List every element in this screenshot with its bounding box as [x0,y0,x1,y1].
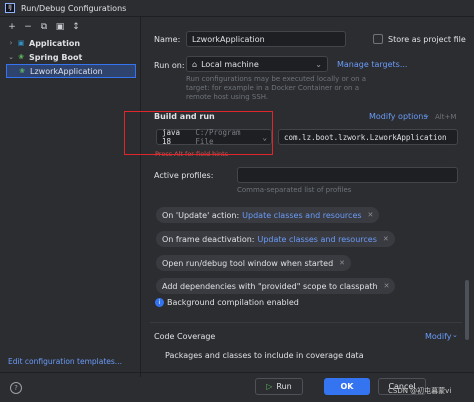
name-input[interactable]: LzworkApplication [186,31,346,47]
store-as-project-label: Store as project file [388,35,466,44]
panel-divider[interactable] [140,17,141,377]
chevron-down-icon: ⌄ [452,331,458,339]
remove-icon[interactable]: − [22,21,34,33]
update-action-chip[interactable]: On 'Update' action: Update classes and r… [156,207,380,223]
spring-boot-icon: ❀ [18,53,24,61]
active-profiles-input[interactable] [237,167,458,183]
title-bar: IJ Run/Debug Configurations [0,0,474,17]
run-on-hint: Run configurations may be executed local… [186,75,367,101]
edit-templates-link[interactable]: Edit configuration templates... [8,357,122,366]
chevron-down-icon[interactable]: ⌄ [6,53,16,61]
code-coverage-heading: Code Coverage [154,332,216,341]
chip-label: Open run/debug tool window when started [162,258,334,268]
run-icon: ▷ [266,382,273,391]
run-button-label: Run [276,382,292,391]
close-icon[interactable]: ✕ [339,259,345,267]
spring-boot-icon: ❀ [19,67,25,75]
chip-label: On frame deactivation: [162,234,255,244]
run-on-value: Local machine [201,59,259,69]
update-action-value[interactable]: Update classes and resources [242,211,361,220]
active-profiles-hint: Comma-separated list of profiles [237,186,352,194]
scrollbar[interactable] [465,280,469,340]
window-title: Run/Debug Configurations [21,3,127,13]
application-icon: ▣ [17,39,25,47]
copy-icon[interactable]: ⧉ [38,21,50,33]
save-icon[interactable]: ▣ [54,21,66,33]
manage-targets-link[interactable]: Manage targets... [337,60,407,69]
run-on-label: Run on: [154,61,185,70]
chevron-right-icon[interactable]: › [6,39,16,47]
add-icon[interactable]: + [6,21,18,33]
modify-options-shortcut: Alt+M [435,113,457,121]
footer-divider [0,372,474,373]
provided-scope-chip[interactable]: Add dependencies with "provided" scope t… [156,278,396,294]
tree-item-label: Spring Boot [29,52,83,62]
frame-deactivation-value[interactable]: Update classes and resources [258,235,377,244]
tree-item-spring-boot[interactable]: ⌄ ❀ Spring Boot [0,50,140,64]
close-icon[interactable]: ✕ [384,282,390,290]
tree-item-lzworkapplication[interactable]: ❀ LzworkApplication [6,64,136,78]
watermark: CSDN @初屯暮蒙vi [388,387,452,395]
local-machine-icon: ⌂ [192,59,198,69]
active-profiles-label: Active profiles: [154,171,214,180]
tree-item-application[interactable]: › ▣ Application [0,36,140,50]
close-icon[interactable]: ✕ [368,211,374,219]
background-compilation-note: i Background compilation enabled [155,298,299,307]
chip-label: Add dependencies with "provided" scope t… [162,281,378,291]
run-button[interactable]: ▷ Run [255,378,303,395]
modify-options-link[interactable]: Modify options [369,112,428,121]
app-logo-icon: IJ [5,3,15,13]
run-on-select[interactable]: ⌂ Local machine ⌄ [186,56,328,72]
tree-item-label: Application [29,38,81,48]
background-compilation-text: Background compilation enabled [167,298,299,307]
close-icon[interactable]: ✕ [383,235,389,243]
sort-icon[interactable]: ↕ [70,21,82,33]
store-as-project-checkbox[interactable] [373,34,383,44]
help-icon[interactable]: ? [10,382,22,394]
name-label: Name: [154,35,181,44]
config-toolbar: + − ⧉ ▣ ↕ [0,18,140,35]
main-class-input[interactable]: com.lz.boot.lzwork.LzworkApplication [278,129,458,145]
coverage-packages-label: Packages and classes to include in cover… [165,351,364,360]
tree-item-label: LzworkApplication [30,66,103,76]
section-divider [150,322,462,323]
frame-deactivation-chip[interactable]: On frame deactivation: Update classes an… [156,231,395,247]
open-tool-window-chip[interactable]: Open run/debug tool window when started … [156,255,352,271]
chevron-down-icon: ⌄ [315,59,322,69]
config-tree: › ▣ Application ⌄ ❀ Spring Boot ❀ Lzwork… [0,36,140,78]
annotation-red-box [124,111,273,155]
modify-coverage-link[interactable]: Modify [425,332,452,341]
chip-label: On 'Update' action: [162,210,240,220]
ok-button[interactable]: OK [324,378,370,395]
chevron-down-icon: ⌄ [424,111,430,119]
info-icon: i [155,298,164,307]
